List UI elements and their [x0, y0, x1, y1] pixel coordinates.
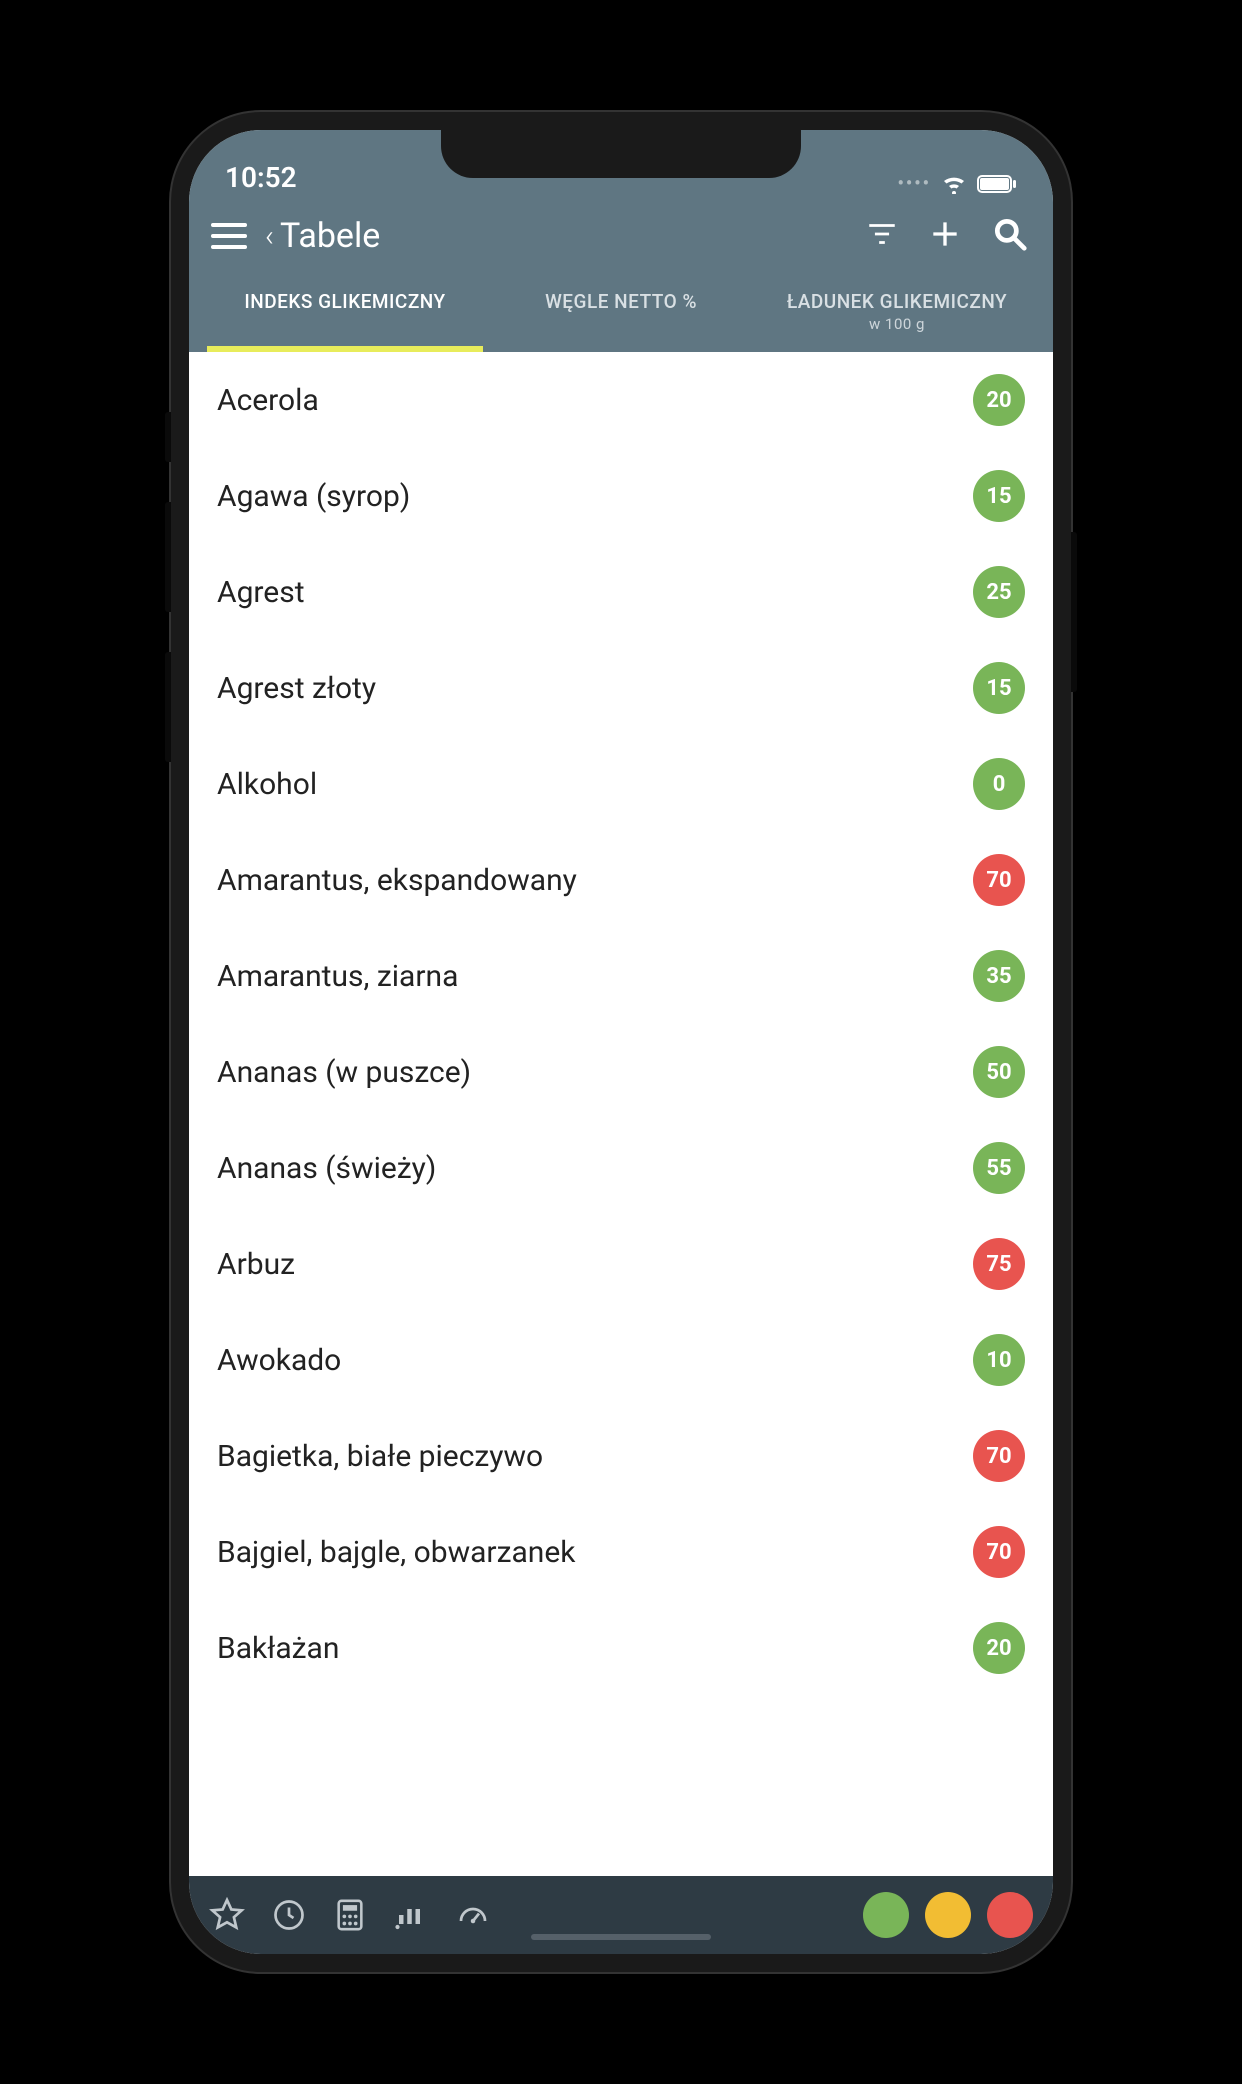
gauge-icon[interactable] — [455, 1897, 491, 1933]
filter-dot-green[interactable] — [863, 1892, 909, 1938]
list-item[interactable]: Bakłażan20 — [189, 1600, 1053, 1696]
list-item[interactable]: Amarantus, ekspandowany70 — [189, 832, 1053, 928]
tab-label: WĘGLE NETTO % — [545, 290, 697, 313]
list-item[interactable]: Bagietka, białe pieczywo70 — [189, 1408, 1053, 1504]
item-name: Arbuz — [217, 1247, 973, 1282]
value-badge: 70 — [973, 854, 1025, 906]
bottom-bar — [189, 1876, 1053, 1954]
home-indicator — [531, 1934, 711, 1940]
list-item[interactable]: Agrest złoty15 — [189, 640, 1053, 736]
battery-icon — [977, 174, 1017, 194]
menu-icon[interactable] — [207, 219, 251, 253]
phone-frame: 10:52 •••• ‹ Tabele — [171, 112, 1071, 1972]
filter-dot-red[interactable] — [987, 1892, 1033, 1938]
value-badge: 15 — [973, 662, 1025, 714]
item-name: Amarantus, ziarna — [217, 959, 973, 994]
tabs: INDEKS GLIKEMICZNY WĘGLE NETTO % ŁADUNEK… — [207, 274, 1035, 352]
item-name: Acerola — [217, 383, 973, 418]
item-name: Ananas (w puszce) — [217, 1055, 973, 1090]
back-button[interactable]: ‹ Tabele — [265, 216, 380, 256]
list-item[interactable]: Amarantus, ziarna35 — [189, 928, 1053, 1024]
value-badge: 70 — [973, 1430, 1025, 1482]
filter-icon[interactable] — [859, 211, 905, 261]
tab-sublabel: w 100 g — [763, 315, 1031, 335]
food-list[interactable]: Acerola20Agawa (syrop)15Agrest25Agrest z… — [189, 352, 1053, 1876]
calculator-icon[interactable] — [333, 1898, 367, 1932]
item-name: Awokado — [217, 1343, 973, 1378]
list-item[interactable]: Agrest25 — [189, 544, 1053, 640]
value-badge: 15 — [973, 470, 1025, 522]
tab-glycemic-load[interactable]: ŁADUNEK GLIKEMICZNY w 100 g — [759, 274, 1035, 352]
item-name: Amarantus, ekspandowany — [217, 863, 973, 898]
filter-dot-yellow[interactable] — [925, 1892, 971, 1938]
tab-net-carbs[interactable]: WĘGLE NETTO % — [483, 274, 759, 352]
value-badge: 20 — [973, 374, 1025, 426]
chevron-left-icon: ‹ — [265, 219, 274, 254]
item-name: Ananas (świeży) — [217, 1151, 973, 1186]
list-item[interactable]: Arbuz75 — [189, 1216, 1053, 1312]
tab-label: ŁADUNEK GLIKEMICZNY — [787, 290, 1007, 313]
item-name: Agrest — [217, 575, 973, 610]
list-item[interactable]: Acerola20 — [189, 352, 1053, 448]
list-item[interactable]: Awokado10 — [189, 1312, 1053, 1408]
value-badge: 50 — [973, 1046, 1025, 1098]
item-name: Agrest złoty — [217, 671, 973, 706]
item-name: Bajgiel, bajgle, obwarzanek — [217, 1535, 973, 1570]
list-item[interactable]: Agawa (syrop)15 — [189, 448, 1053, 544]
screen: 10:52 •••• ‹ Tabele — [189, 130, 1053, 1954]
wifi-icon — [941, 174, 967, 194]
cellular-dots-icon: •••• — [897, 173, 931, 194]
notch — [441, 130, 801, 178]
tab-label: INDEKS GLIKEMICZNY — [244, 290, 445, 313]
value-badge: 55 — [973, 1142, 1025, 1194]
status-right: •••• — [897, 173, 1017, 194]
value-badge: 0 — [973, 758, 1025, 810]
add-icon[interactable] — [919, 208, 971, 264]
value-badge: 35 — [973, 950, 1025, 1002]
value-badge: 25 — [973, 566, 1025, 618]
value-badge: 10 — [973, 1334, 1025, 1386]
list-item[interactable]: Bajgiel, bajgle, obwarzanek70 — [189, 1504, 1053, 1600]
list-item[interactable]: Ananas (świeży)55 — [189, 1120, 1053, 1216]
item-name: Bakłażan — [217, 1631, 973, 1666]
star-icon[interactable] — [209, 1897, 245, 1933]
page-title: Tabele — [280, 216, 380, 256]
list-item[interactable]: Ananas (w puszce)50 — [189, 1024, 1053, 1120]
chart-icon[interactable] — [393, 1897, 429, 1933]
value-badge: 75 — [973, 1238, 1025, 1290]
item-name: Alkohol — [217, 767, 973, 802]
item-name: Bagietka, białe pieczywo — [217, 1439, 973, 1474]
search-icon[interactable] — [985, 209, 1035, 263]
clock-icon[interactable] — [271, 1897, 307, 1933]
tab-glycemic-index[interactable]: INDEKS GLIKEMICZNY — [207, 274, 483, 352]
app-header: ‹ Tabele INDEKS GLIKEMICZNY — [189, 200, 1053, 352]
list-item[interactable]: Alkohol0 — [189, 736, 1053, 832]
filter-dots — [863, 1892, 1033, 1938]
toolbar: ‹ Tabele — [207, 206, 1035, 266]
item-name: Agawa (syrop) — [217, 479, 973, 514]
value-badge: 70 — [973, 1526, 1025, 1578]
status-time: 10:52 — [225, 161, 297, 194]
value-badge: 20 — [973, 1622, 1025, 1674]
